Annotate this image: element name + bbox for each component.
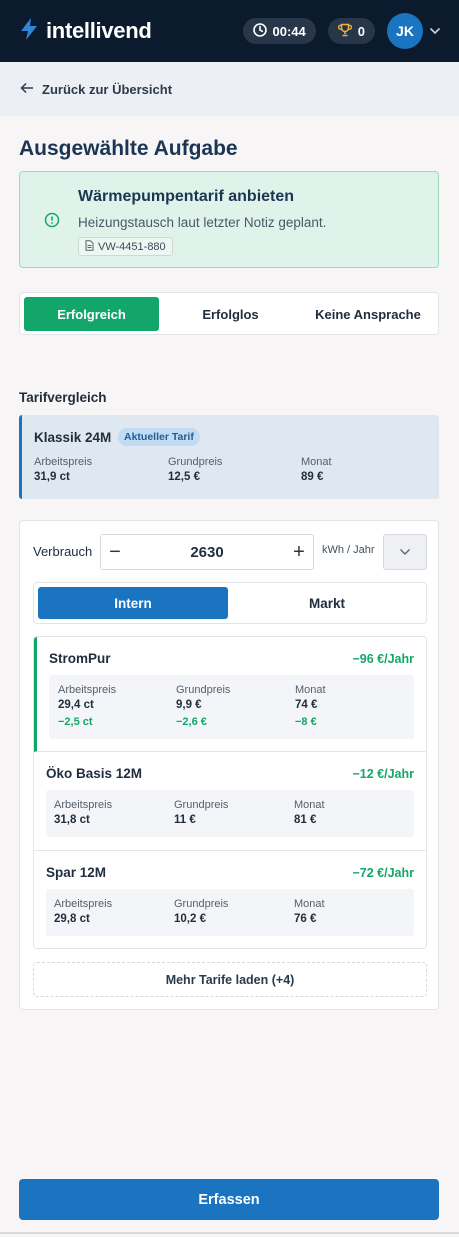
metric-value: 29,8 ct	[54, 913, 90, 925]
metric-label: Grundpreis	[174, 799, 229, 811]
outcome-success-button[interactable]: Erfolgreich	[24, 297, 159, 331]
app-logo[interactable]: intellivend	[20, 17, 152, 45]
metric-value: 31,8 ct	[54, 814, 90, 826]
tariff-item[interactable]: Spar 12M −72 €/Jahr Arbeitspreis Grundpr…	[34, 851, 426, 948]
submit-button[interactable]: Erfassen	[19, 1179, 439, 1220]
timer-pill: 00:44	[242, 18, 316, 44]
tariff-source-toggle: Intern Markt	[33, 582, 427, 624]
back-link-label: Zurück zur Übersicht	[42, 81, 173, 97]
tab-intern[interactable]: Intern	[38, 587, 228, 619]
tariff-name: StromPur	[49, 651, 111, 666]
chevron-down-icon	[399, 543, 411, 561]
metric-value: 89 €	[301, 471, 324, 483]
unit-dropdown[interactable]	[383, 534, 427, 570]
metric-value: 31,9 ct	[34, 471, 70, 483]
metric-diff: −2,6 €	[176, 716, 207, 728]
current-tariff-name: Klassik 24M	[34, 430, 112, 445]
page-title: Ausgewählte Aufgabe	[19, 137, 238, 160]
metric-value: 29,4 ct	[58, 699, 94, 711]
metric-label: Monat	[301, 456, 332, 468]
task-card: Wärmepumpentarif anbieten Heizungstausch…	[19, 171, 439, 268]
tariff-saving: −72 €/Jahr	[352, 866, 414, 880]
tariff-name: Spar 12M	[46, 865, 107, 880]
metric-label: Arbeitspreis	[34, 456, 93, 468]
consumption-input[interactable]: 2630	[129, 535, 285, 569]
metric-label: Arbeitspreis	[58, 684, 117, 696]
decrement-button[interactable]: −	[101, 535, 129, 569]
consumption-stepper: − 2630 +	[100, 534, 314, 570]
metric-value: 10,2 €	[174, 913, 206, 925]
tariff-saving: −96 €/Jahr	[352, 652, 414, 666]
load-more-tariffs-button[interactable]: Mehr Tarife laden (+4)	[33, 962, 427, 997]
metric-diff: −2,5 ct	[58, 716, 93, 728]
outcome-failed-button[interactable]: Erfolglos	[163, 297, 298, 331]
tariff-metrics: Arbeitspreis Grundpreis Monat 31,8 ct 11…	[46, 790, 414, 837]
task-title: Wärmepumpentarif anbieten	[78, 188, 295, 205]
outcome-no-contact-button[interactable]: Keine Ansprache	[302, 297, 434, 331]
bottom-divider	[0, 1232, 459, 1234]
consumption-unit: kWh / Jahr	[322, 544, 375, 556]
metric-diff: −8 €	[295, 716, 317, 728]
clock-icon	[252, 22, 267, 40]
user-menu[interactable]: JK	[387, 13, 441, 49]
avatar[interactable]: JK	[387, 13, 423, 49]
tariff-name: Öko Basis 12M	[46, 766, 143, 781]
tab-markt[interactable]: Markt	[232, 587, 422, 619]
tariff-item[interactable]: StromPur −96 €/Jahr Arbeitspreis Grundpr…	[34, 637, 426, 752]
metric-label: Grundpreis	[174, 898, 229, 910]
trophy-icon	[337, 23, 352, 40]
task-reference-chip: VW-4451-880	[78, 237, 173, 256]
tariff-metrics: Arbeitspreis Grundpreis Monat 29,4 ct 9,…	[49, 675, 414, 739]
bolt-logo-icon	[20, 17, 38, 45]
comparison-panel: Verbrauch − 2630 + kWh / Jahr Intern Mar…	[19, 520, 439, 1010]
timer-value: 00:44	[272, 23, 306, 39]
metric-value: 81 €	[294, 814, 317, 826]
consumption-label: Verbrauch	[33, 544, 93, 559]
tariff-list: StromPur −96 €/Jahr Arbeitspreis Grundpr…	[33, 636, 427, 949]
back-link[interactable]: Zurück zur Übersicht	[0, 62, 459, 116]
task-reference: VW-4451-880	[98, 240, 166, 253]
metric-label: Monat	[294, 898, 325, 910]
metric-label: Grundpreis	[168, 456, 223, 468]
trophy-count: 0	[357, 23, 365, 39]
task-description: Heizungstausch laut letzter Notiz geplan…	[78, 215, 327, 230]
current-tariff-badge: Aktueller Tarif	[118, 428, 200, 446]
metric-value: 11 €	[174, 814, 196, 826]
tariff-metrics: Arbeitspreis Grundpreis Monat 29,8 ct 10…	[46, 889, 414, 936]
app-name: intellivend	[46, 18, 152, 43]
increment-button[interactable]: +	[285, 535, 313, 569]
metric-value: 12,5 €	[168, 471, 200, 483]
outcome-selector: Erfolgreich Erfolglos Keine Ansprache	[19, 292, 439, 335]
document-icon	[85, 239, 94, 254]
arrow-left-icon	[20, 82, 34, 97]
metric-label: Arbeitspreis	[54, 898, 113, 910]
app-header: intellivend 00:44 0 JK	[0, 0, 459, 62]
chevron-down-icon[interactable]	[429, 22, 441, 40]
metric-label: Monat	[295, 684, 326, 696]
metric-label: Arbeitspreis	[54, 799, 113, 811]
tariff-item[interactable]: Öko Basis 12M −12 €/Jahr Arbeitspreis Gr…	[34, 752, 426, 851]
tariff-comparison-title: Tarifvergleich	[19, 390, 107, 405]
tariff-saving: −12 €/Jahr	[352, 767, 414, 781]
current-tariff-card: Klassik 24M Aktueller Tarif Arbeitspreis…	[19, 415, 439, 499]
metric-value: 9,9 €	[176, 699, 202, 711]
metric-value: 76 €	[294, 913, 317, 925]
metric-value: 74 €	[295, 699, 318, 711]
metric-label: Grundpreis	[176, 684, 231, 696]
info-circle-icon	[44, 212, 60, 233]
trophy-pill: 0	[327, 18, 375, 44]
metric-label: Monat	[294, 799, 325, 811]
